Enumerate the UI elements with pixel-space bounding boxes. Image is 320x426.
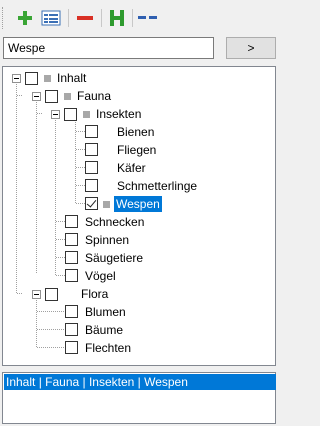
tree-node-label: Insekten <box>96 107 142 121</box>
collapse-toggle[interactable] <box>32 92 41 101</box>
partial-indicator <box>44 75 51 82</box>
tree-node-label: Spinnen <box>85 233 130 247</box>
partial-indicator <box>103 201 110 208</box>
collapse-toggle[interactable] <box>32 290 41 299</box>
tree-node-label: Säugetiere <box>85 251 144 265</box>
checkbox[interactable] <box>65 251 78 264</box>
remove-icon <box>74 7 96 29</box>
toolbar-separator <box>101 9 102 27</box>
tree-node-insekten[interactable]: Insekten <box>3 105 275 123</box>
tree-node-label: Bäume <box>85 323 124 337</box>
checkbox-checked[interactable] <box>85 197 98 210</box>
tree-node-label: Bienen <box>117 125 155 139</box>
search-button[interactable]: > <box>226 37 276 59</box>
collapse-toggle[interactable] <box>12 74 21 83</box>
checkbox[interactable] <box>85 161 98 174</box>
tree-node-schnecken[interactable]: Schnecken <box>3 213 275 231</box>
tree-node-wespen[interactable]: Wespen <box>3 195 275 213</box>
tree-node-blumen[interactable]: Blumen <box>3 303 275 321</box>
dashes-icon <box>137 7 159 29</box>
h-button[interactable] <box>106 7 128 29</box>
tree-node-inhalt[interactable]: Inhalt <box>3 69 275 87</box>
checkbox[interactable] <box>65 233 78 246</box>
h-icon <box>106 7 128 29</box>
tree-node-label: Flora <box>81 287 109 301</box>
path-listbox[interactable]: Inhalt | Fauna | Insekten | Wespen <box>2 372 276 424</box>
tree-node-schmetterlinge[interactable]: Schmetterlinge <box>3 177 275 195</box>
tree-node-fliegen[interactable]: Fliegen <box>3 141 275 159</box>
toolbar-grip <box>2 7 5 29</box>
tree-node-label: Blumen <box>85 305 126 319</box>
tree-node-label-selected: Wespen <box>114 196 162 212</box>
tree-node-fauna[interactable]: Fauna <box>3 87 275 105</box>
checkbox[interactable] <box>45 288 58 301</box>
tree-node-bienen[interactable]: Bienen <box>3 123 275 141</box>
checkbox[interactable] <box>85 125 98 138</box>
checkbox[interactable] <box>65 341 78 354</box>
checkbox[interactable] <box>64 108 77 121</box>
partial-indicator <box>83 111 90 118</box>
toolbar <box>0 0 278 36</box>
tree-node-baeume[interactable]: Bäume <box>3 321 275 339</box>
checkbox[interactable] <box>65 323 78 336</box>
tree-node-kaefer[interactable]: Käfer <box>3 159 275 177</box>
tree-node-label: Fauna <box>77 89 112 103</box>
toolbar-separator <box>132 9 133 27</box>
tree-node-voegel[interactable]: Vögel <box>3 267 275 285</box>
list-button[interactable] <box>40 7 62 29</box>
tree-view[interactable]: Inhalt Fauna Insekten Bienen Fliegen Käf… <box>2 66 276 366</box>
partial-indicator <box>64 93 71 100</box>
checkbox[interactable] <box>25 72 38 85</box>
list-icon <box>40 7 62 29</box>
search-input[interactable] <box>3 37 214 59</box>
tree-node-label: Inhalt <box>57 71 87 85</box>
toolbar-separator <box>68 9 69 27</box>
tree-node-label: Fliegen <box>117 143 157 157</box>
checkbox[interactable] <box>85 179 98 192</box>
list-item-selected[interactable]: Inhalt | Fauna | Insekten | Wespen <box>4 374 276 390</box>
checkbox[interactable] <box>65 215 78 228</box>
tree-node-label: Käfer <box>117 161 146 175</box>
tree-node-label: Schmetterlinge <box>117 179 198 193</box>
tree-node-saeugetiere[interactable]: Säugetiere <box>3 249 275 267</box>
checkbox[interactable] <box>85 143 98 156</box>
collapse-toggle[interactable] <box>51 110 60 119</box>
checkbox[interactable] <box>45 90 58 103</box>
tree-node-label: Vögel <box>85 269 116 283</box>
add-icon <box>14 7 36 29</box>
add-button[interactable] <box>14 7 36 29</box>
tree-node-label: Flechten <box>85 341 132 355</box>
tree-node-flechten[interactable]: Flechten <box>3 339 275 357</box>
checkbox[interactable] <box>65 305 78 318</box>
dashes-button[interactable] <box>137 7 159 29</box>
tree-node-flora[interactable]: Flora <box>3 285 275 303</box>
tree-node-label: Schnecken <box>85 215 145 229</box>
checkbox[interactable] <box>65 269 78 282</box>
tree-node-spinnen[interactable]: Spinnen <box>3 231 275 249</box>
remove-button[interactable] <box>74 7 96 29</box>
